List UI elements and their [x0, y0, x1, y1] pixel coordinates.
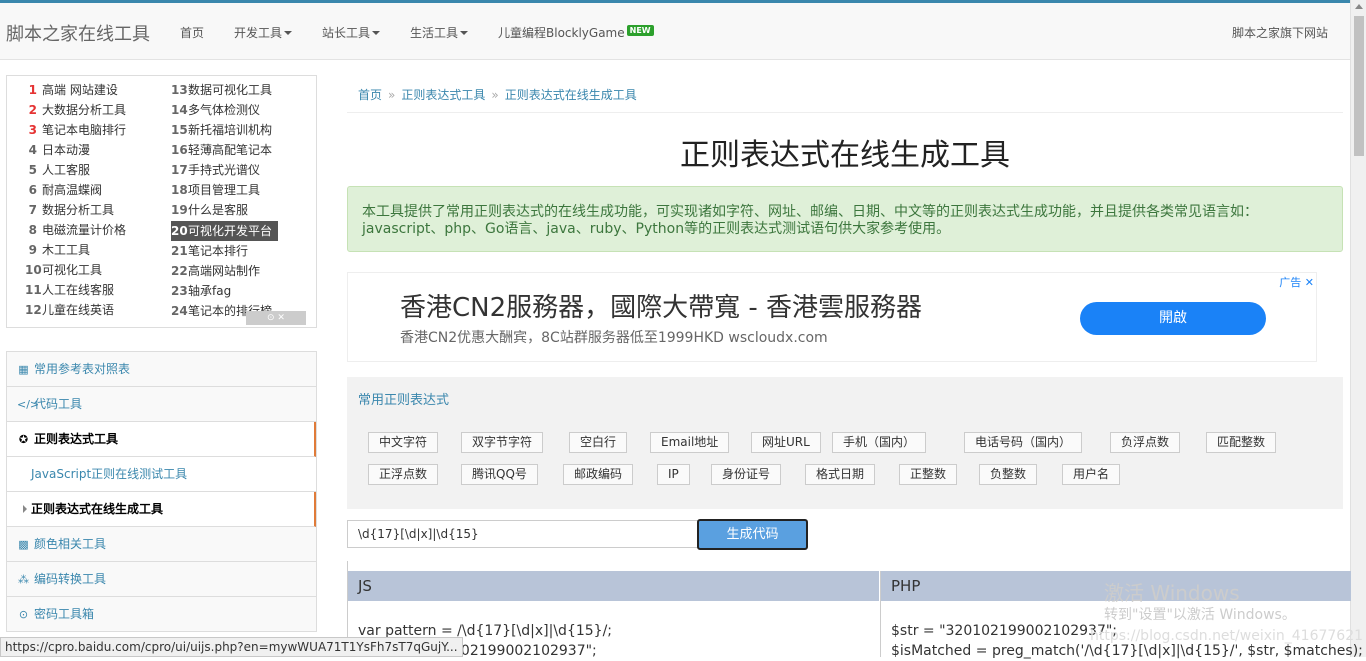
- nav-home[interactable]: 首页: [180, 24, 204, 41]
- hot-item[interactable]: 14多气体检测仪: [171, 100, 278, 120]
- hot-item[interactable]: 12儿童在线英语: [25, 300, 126, 320]
- new-badge: NEW: [626, 25, 654, 36]
- regex-tag[interactable]: 空白行: [569, 432, 628, 453]
- regex-tag[interactable]: 匹配整数: [1206, 432, 1277, 453]
- regex-tag[interactable]: 网址URL: [751, 432, 821, 453]
- regex-tag[interactable]: 腾讯QQ号: [461, 464, 538, 485]
- caret-right-icon: [23, 505, 27, 513]
- sidebar-item-reference-tables[interactable]: ▦ 常用参考表对照表: [7, 352, 316, 387]
- breadcrumb-regex-tools[interactable]: 正则表达式工具: [401, 88, 485, 102]
- breadcrumb-current[interactable]: 正则表达式在线生成工具: [505, 88, 637, 102]
- hot-item[interactable]: 23轴承fag: [171, 281, 278, 301]
- hot-item[interactable]: 16轻薄高配笔记本: [171, 140, 278, 160]
- regex-tag[interactable]: 邮政编码: [563, 464, 634, 485]
- sidebar-item-encoding-tools[interactable]: ⁂ 编码转换工具: [7, 562, 316, 597]
- regex-tag[interactable]: Email地址: [650, 432, 730, 453]
- hot-list-right: 13数据可视化工具 14多气体检测仪 15新托福培训机构 16轻薄高配笔记本 1…: [171, 80, 279, 321]
- table-icon: ▦: [18, 363, 29, 376]
- hot-item[interactable]: 18项目管理工具: [171, 180, 278, 200]
- regex-tag[interactable]: 格式日期: [805, 464, 876, 485]
- sidebar-subitem-js-regex-test[interactable]: JavaScript正则在线测试工具: [7, 457, 316, 492]
- windows-activation-hint: 转到"设置"以激活 Windows。: [1104, 607, 1296, 623]
- hot-item[interactable]: 17手持式光谱仪: [171, 160, 278, 180]
- hot-item[interactable]: 3 笔记本电脑排行: [25, 120, 126, 140]
- regex-panel-heading: 常用正则表达式: [358, 393, 450, 408]
- sidebar-menu: ▦ 常用参考表对照表 </>代码工具 ✪ 正则表达式工具 JavaScript正则在…: [6, 351, 317, 632]
- page-title: 正则表达式在线生成工具: [680, 138, 1010, 173]
- hot-item[interactable]: 15新托福培训机构: [171, 120, 278, 140]
- nav-blockly-game[interactable]: 儿童编程BlocklyGame NEW: [498, 24, 654, 41]
- top-navbar: 脚本之家在线工具 首页 开发工具 站长工具 生活工具 儿童编程BlocklyGa…: [0, 0, 1350, 60]
- breadcrumb: 首页» 正则表达式工具» 正则表达式在线生成工具: [358, 88, 637, 102]
- hot-item[interactable]: 6 耐高温蝶阀: [25, 180, 126, 200]
- regex-tag[interactable]: 用户名: [1062, 464, 1121, 485]
- regex-tag[interactable]: 手机（国内）: [832, 432, 927, 453]
- hot-item[interactable]: 4 日本动漫: [25, 140, 126, 160]
- nav-webmaster-tools[interactable]: 站长工具: [322, 24, 381, 41]
- ad-flag[interactable]: 广告 ✕: [1279, 274, 1314, 290]
- ad-open-button[interactable]: 開啟: [1080, 302, 1266, 335]
- hot-list-left: 1 高端 网站建设 2 大数据分析工具 3 笔记本电脑排行 4 日本动漫 5 人工客服 6…: [25, 80, 126, 320]
- generate-code-button[interactable]: 生成代码: [697, 519, 808, 550]
- hot-search-box: 1 高端 网站建设 2 大数据分析工具 3 笔记本电脑排行 4 日本动漫 5 人工客服 6…: [6, 75, 317, 328]
- regex-tag[interactable]: IP: [657, 464, 690, 485]
- ad-title[interactable]: 香港CN2服務器，國際大帶寬 - 香港雲服務器: [400, 287, 922, 324]
- divider: [347, 112, 1343, 113]
- hot-item[interactable]: 10可视化工具: [25, 260, 126, 280]
- sidebar-item-regex-tools[interactable]: ✪ 正则表达式工具: [7, 422, 316, 457]
- regex-tag[interactable]: 身份证号: [711, 464, 782, 485]
- hot-item[interactable]: 7 数据分析工具: [25, 200, 126, 220]
- lock-icon: ⊙: [18, 608, 29, 621]
- regex-input[interactable]: [347, 520, 699, 548]
- hot-item[interactable]: 22高端网站制作: [171, 261, 278, 281]
- windows-activation-watermark: 激活 Windows: [1104, 581, 1240, 605]
- regex-tag[interactable]: 负浮点数: [1110, 432, 1181, 453]
- convert-icon: ⁂: [18, 573, 29, 586]
- regex-tag[interactable]: 双字节字符: [461, 432, 544, 453]
- hot-item[interactable]: 21笔记本排行: [171, 241, 278, 261]
- caret-down-icon: [460, 31, 469, 35]
- vertical-scrollbar[interactable]: [1350, 0, 1366, 657]
- js-code-header: JS: [348, 571, 879, 601]
- intro-alert: 本工具提供了常用正则表达式的在线生成功能，可实现诸如字符、网址、邮编、日期、中文…: [347, 186, 1343, 252]
- site-brand[interactable]: 脚本之家在线工具: [6, 20, 150, 46]
- ad-subtitle[interactable]: 香港CN2优惠大酬宾，8C站群服务器低至1999HKD wscloudx.com: [400, 327, 828, 347]
- scrollbar-thumb[interactable]: [1354, 16, 1364, 156]
- php-code-line: $isMatched = preg_match('/\d{17}[\d|x]|\…: [891, 643, 1363, 659]
- sidebar-item-code-tools[interactable]: </>代码工具: [7, 387, 316, 422]
- hot-item[interactable]: 8 电磁流量计价格: [25, 220, 126, 240]
- hot-item[interactable]: 5 人工客服: [25, 160, 126, 180]
- regex-tag[interactable]: 正浮点数: [368, 464, 439, 485]
- regex-tag[interactable]: 负整数: [979, 464, 1038, 485]
- sidebar-subitem-regex-generator[interactable]: 正则表达式在线生成工具: [7, 492, 316, 527]
- breadcrumb-home[interactable]: 首页: [358, 88, 382, 102]
- regex-tag[interactable]: 中文字符: [368, 432, 439, 453]
- hot-item[interactable]: 1 高端 网站建设: [25, 80, 126, 100]
- hot-item[interactable]: 13数据可视化工具: [171, 80, 278, 100]
- sidebar-item-color-tools[interactable]: ▩ 颜色相关工具: [7, 527, 316, 562]
- caret-down-icon: [372, 31, 381, 35]
- hot-item[interactable]: 11人工在线客服: [25, 280, 126, 300]
- browser-status-bar: https://cpro.baidu.com/cpro/ui/uijs.php?…: [0, 637, 463, 657]
- sidebar-item-password-tools[interactable]: ⊙ 密码工具箱: [7, 597, 316, 632]
- regex-tag[interactable]: 正整数: [899, 464, 958, 485]
- hot-item[interactable]: 9 木工工具: [25, 240, 126, 260]
- scroll-up-icon[interactable]: [1355, 4, 1363, 9]
- close-icon: ✕: [1304, 276, 1314, 289]
- hot-item[interactable]: 19什么是客服: [171, 200, 278, 220]
- ad-banner[interactable]: 香港CN2服務器，國際大帶寬 - 香港雲服務器 香港CN2优惠大酬宾，8C站群服…: [347, 272, 1317, 362]
- regex-tag[interactable]: 电话号码（国内）: [964, 432, 1083, 453]
- nav-life-tools[interactable]: 生活工具: [410, 24, 469, 41]
- color-icon: ▩: [18, 538, 29, 551]
- csdn-watermark: https://blog.csdn.net/weixin_41677621: [1090, 628, 1364, 644]
- code-icon: </>: [17, 398, 40, 411]
- caret-down-icon: [284, 31, 293, 35]
- ad-close-tag[interactable]: ⊙ ✕: [246, 311, 306, 325]
- regex-icon: ✪: [18, 433, 29, 446]
- nav-dev-tools[interactable]: 开发工具: [234, 24, 293, 41]
- nav-sister-sites[interactable]: 脚本之家旗下网站: [1232, 24, 1328, 41]
- hot-item-selected[interactable]: 20可视化开发平台: [171, 221, 279, 241]
- common-regex-panel: 常用正则表达式 中文字符 双字节字符 空白行 Email地址 网址URL 手机（…: [347, 377, 1343, 509]
- hot-item[interactable]: 2 大数据分析工具: [25, 100, 126, 120]
